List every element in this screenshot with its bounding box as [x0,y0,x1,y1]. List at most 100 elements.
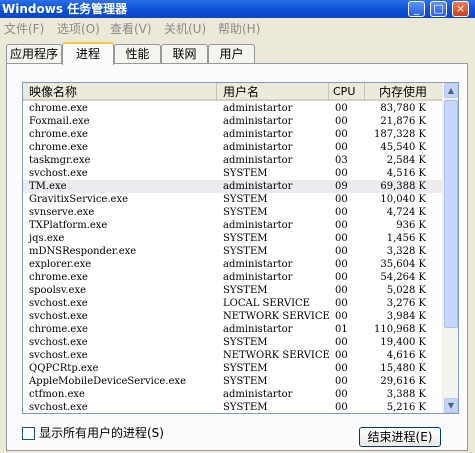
header-image-name[interactable]: 映像名称 [23,83,217,101]
table-row[interactable]: TXPlatform.exe administartor 00 936 K [23,219,443,232]
table-row[interactable]: svnserve.exe SYSTEM 00 4,724 K [23,206,443,219]
vertical-scrollbar[interactable]: ▲ ▼ [442,83,458,413]
cell-image-name: Foxmail.exe [29,116,90,127]
cell-memory: 5,216 K [386,402,426,413]
cell-user-name: SYSTEM [223,233,268,244]
cell-user-name: LOCAL SERVICE [223,298,310,309]
cell-cpu: 00 [335,285,348,296]
table-row[interactable]: TM.exe administartor 09 69,388 K [23,180,443,193]
menu-view[interactable]: 查看(V) [110,18,152,40]
cell-image-name: svchost.exe [29,168,88,179]
menu-options[interactable]: 选项(O) [57,18,100,40]
cell-user-name: administartor [223,181,293,192]
table-row[interactable]: chrome.exe administartor 00 83,780 K [23,102,443,115]
cell-cpu: 01 [335,324,348,335]
cell-user-name: administartor [223,142,293,153]
tab-networking[interactable]: 联网 [161,44,208,64]
table-row[interactable]: chrome.exe administartor 00 45,540 K [23,141,443,154]
table-row[interactable]: taskmgr.exe administartor 03 2,584 K [23,154,443,167]
table-row[interactable]: explorer.exe administartor 00 35,604 K [23,258,443,271]
cell-image-name: chrome.exe [29,142,88,153]
table-row[interactable]: svchost.exe SYSTEM 00 19,400 K [23,336,443,349]
table-row[interactable]: GravitixService.exe SYSTEM 00 10,040 K [23,193,443,206]
title-bar: Windows 任务管理器 [0,0,475,18]
cell-image-name: mDNSResponder.exe [29,246,137,257]
end-process-button[interactable]: 结束进程(E) [359,427,441,447]
cell-memory: 10,040 K [380,194,426,205]
cell-image-name: taskmgr.exe [29,155,91,166]
cell-memory: 29,616 K [380,376,426,387]
table-row[interactable]: svchost.exe SYSTEM 00 4,516 K [23,167,443,180]
table-row[interactable]: svchost.exe LOCAL SERVICE 00 3,276 K [23,297,443,310]
table-row[interactable]: jqs.exe SYSTEM 00 1,456 K [23,232,443,245]
cell-user-name: NETWORK SERVICE [223,311,330,322]
cell-user-name: SYSTEM [223,168,268,179]
scroll-down-arrow-icon[interactable]: ▼ [444,398,458,413]
process-rows: chrome.exe administartor 00 83,780 K Foxmail… [23,102,443,413]
cell-memory: 110,968 K [373,324,426,335]
table-row[interactable]: chrome.exe administartor 01 110,968 K [23,323,443,336]
cell-memory: 69,388 K [380,181,426,192]
show-all-users-checkbox[interactable] [22,427,35,440]
cell-memory: 1,456 K [386,233,426,244]
tab-processes[interactable]: 进程 [62,42,114,65]
window-title: Windows 任务管理器 [2,2,128,16]
cell-cpu: 00 [335,402,348,413]
cell-cpu: 00 [335,298,348,309]
maximize-icon[interactable]: □ [430,1,447,17]
table-row[interactable]: spoolsv.exe SYSTEM 00 5,028 K [23,284,443,297]
table-row[interactable]: svchost.exe NETWORK SERVICE 00 4,616 K [23,349,443,362]
tab-users[interactable]: 用户 [208,44,255,64]
cell-cpu: 00 [335,142,348,153]
cell-cpu: 00 [335,376,348,387]
cell-memory: 83,780 K [380,103,426,114]
cell-memory: 19,400 K [380,337,426,348]
table-row[interactable]: ctfmon.exe administartor 00 3,388 K [23,388,443,401]
menu-file[interactable]: 文件(F) [4,18,44,40]
header-user-name[interactable]: 用户名 [217,83,329,101]
table-row[interactable]: svchost.exe SYSTEM 00 5,216 K [23,401,443,413]
menu-shutdown[interactable]: 关机(U) [164,18,206,40]
header-memory[interactable]: 内存使用 [365,83,443,101]
table-row[interactable]: chrome.exe administartor 00 187,328 K [23,128,443,141]
menu-bar: 文件(F) 选项(O) 查看(V) 关机(U) 帮助(H) [0,18,475,40]
table-row[interactable]: mDNSResponder.exe SYSTEM 00 3,328 K [23,245,443,258]
table-row[interactable]: svchost.exe NETWORK SERVICE 00 3,984 K [23,310,443,323]
scroll-up-arrow-icon[interactable]: ▲ [444,83,458,98]
cell-cpu: 00 [335,272,348,283]
cell-cpu: 00 [335,311,348,322]
cell-cpu: 00 [335,363,348,374]
cell-image-name: svnserve.exe [29,207,95,218]
cell-user-name: NETWORK SERVICE [223,350,330,361]
cell-memory: 45,540 K [380,142,426,153]
cell-user-name: administartor [223,272,293,283]
cell-user-name: administartor [223,116,293,127]
table-row[interactable]: Foxmail.exe administartor 00 21,876 K [23,115,443,128]
cell-image-name: explorer.exe [29,259,92,270]
close-icon[interactable]: × [452,1,469,17]
cell-cpu: 00 [335,233,348,244]
cell-memory: 54,264 K [380,272,426,283]
cell-user-name: SYSTEM [223,337,268,348]
table-row[interactable]: AppleMobileDeviceService.exe SYSTEM 00 29,6… [23,375,443,388]
header-cpu[interactable]: CPU [329,83,365,101]
cell-image-name: chrome.exe [29,272,88,283]
process-list[interactable]: 映像名称 用户名 CPU 内存使用 chrome.exe administarto… [22,82,459,414]
cell-memory: 3,984 K [386,311,426,322]
tab-performance[interactable]: 性能 [114,44,161,64]
tab-applications[interactable]: 应用程序 [6,44,62,64]
cell-user-name: SYSTEM [223,402,268,413]
cell-image-name: chrome.exe [29,103,88,114]
show-all-users-label: 显示所有用户的进程(S) [39,426,164,440]
minimize-icon[interactable]: _ [408,1,425,17]
cell-memory: 2,584 K [386,155,426,166]
scroll-thumb[interactable] [444,100,458,328]
menu-help[interactable]: 帮助(H) [218,18,260,40]
cell-memory: 4,516 K [386,168,426,179]
cell-image-name: jqs.exe [29,233,65,244]
cell-cpu: 09 [335,181,348,192]
table-row[interactable]: chrome.exe administartor 00 54,264 K [23,271,443,284]
cell-cpu: 00 [335,259,348,270]
table-row[interactable]: QQPCRtp.exe SYSTEM 00 15,480 K [23,362,443,375]
cell-cpu: 00 [335,246,348,257]
